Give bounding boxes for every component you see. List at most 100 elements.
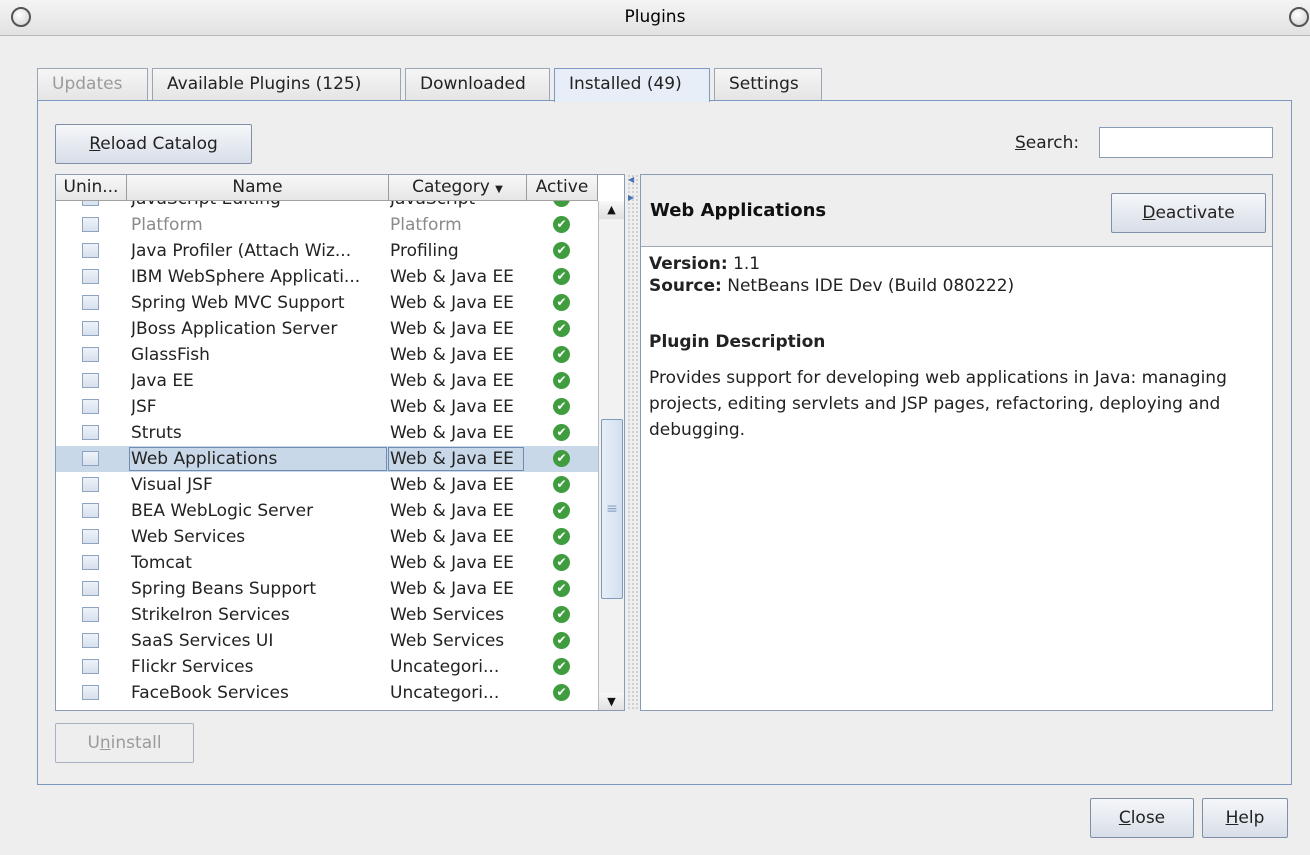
uninstall-checkbox[interactable]	[82, 503, 99, 518]
plugin-name-cell: BEA WebLogic Server	[131, 501, 314, 521]
active-check-icon: ✔	[553, 580, 570, 597]
column-header-name[interactable]: Name	[127, 175, 389, 201]
active-check-icon: ✔	[553, 268, 570, 285]
table-row[interactable]: SaaS Services UI Web Services ✔	[56, 628, 598, 654]
active-check-icon: ✔	[553, 201, 570, 207]
active-check-icon: ✔	[553, 684, 570, 701]
scrollbar-thumb[interactable]: ≡	[601, 419, 623, 599]
uninstall-checkbox[interactable]	[82, 451, 99, 466]
uninstall-checkbox[interactable]	[82, 217, 99, 232]
active-check-icon: ✔	[553, 632, 570, 649]
plugin-name-cell: GlassFish	[131, 345, 210, 365]
table-row[interactable]: Spring Beans Support Web & Java EE ✔	[56, 576, 598, 602]
split-pane-divider[interactable]: ◀ ▶	[627, 174, 639, 711]
column-header-uninstall[interactable]: Unin...	[56, 175, 127, 201]
table-body: JavaScript EditingJavaScript✔PlatformPla…	[56, 201, 598, 710]
uninstall-checkbox[interactable]	[82, 659, 99, 674]
table-row[interactable]: JavaScript EditingJavaScript ✔	[56, 201, 598, 212]
plugin-description-title: Plugin Description	[649, 332, 826, 352]
table-rows: JavaScript EditingJavaScript✔PlatformPla…	[56, 201, 598, 706]
plugin-name-cell: IBM WebSphere Applicati...	[131, 267, 361, 287]
table-row[interactable]: GlassFish Web & Java EE ✔	[56, 342, 598, 368]
table-row[interactable]: Spring Web MVC Support Web & Java EE ✔	[56, 290, 598, 316]
window-title: Plugins	[624, 7, 686, 27]
details-header: Web Applications Deactivate	[641, 175, 1272, 247]
window-close-icon[interactable]	[1289, 7, 1309, 27]
collapse-left-arrow-icon[interactable]: ◀	[628, 176, 638, 184]
uninstall-checkbox[interactable]	[82, 243, 99, 258]
reload-catalog-button[interactable]: Reload Catalog	[55, 124, 252, 164]
tab-downloaded[interactable]: Downloaded	[405, 68, 550, 101]
table-row[interactable]: FaceBook Services Uncategori... ✔	[56, 680, 598, 706]
uninstall-checkbox[interactable]	[82, 321, 99, 336]
plugin-category-cell: Web & Java EE	[390, 553, 514, 573]
plugin-category-cell: Web & Java EE	[390, 397, 514, 417]
table-row[interactable]: Flickr Services Uncategori... ✔	[56, 654, 598, 680]
plugin-category-cell: Web & Java EE	[390, 371, 514, 391]
tab-available-plugins[interactable]: Available Plugins (125)	[152, 68, 401, 101]
table-row[interactable]: JBoss Application Server Web & Java EE ✔	[56, 316, 598, 342]
uninstall-checkbox[interactable]	[82, 477, 99, 492]
uninstall-checkbox[interactable]	[82, 633, 99, 648]
active-check-icon: ✔	[553, 450, 570, 467]
uninstall-checkbox[interactable]	[82, 581, 99, 596]
plugin-category-cell: Web Services	[390, 631, 505, 651]
uninstall-checkbox[interactable]	[82, 685, 99, 700]
active-check-icon: ✔	[553, 658, 570, 675]
uninstall-checkbox[interactable]	[82, 555, 99, 570]
plugin-category-cell: Uncategori...	[390, 683, 500, 703]
table-row[interactable]: BEA WebLogic Server Web & Java EE ✔	[56, 498, 598, 524]
uninstall-checkbox[interactable]	[82, 295, 99, 310]
scroll-up-arrow-icon[interactable]: ▲	[599, 201, 624, 219]
tab-installed[interactable]: Installed (49)	[554, 68, 710, 102]
plugin-category-cell: Web Services	[390, 605, 505, 625]
uninstall-checkbox[interactable]	[82, 425, 99, 440]
table-row[interactable]: StrikeIron Services Web Services ✔	[56, 602, 598, 628]
uninstall-checkbox[interactable]	[82, 347, 99, 362]
plugin-description: Provides support for developing web appl…	[649, 368, 1227, 440]
plugin-name-cell: FaceBook Services	[131, 683, 289, 703]
plugin-name-cell: Spring Web MVC Support	[131, 293, 345, 313]
table-row[interactable]: Tomcat Web & Java EE ✔	[56, 550, 598, 576]
plugin-category-cell: Web & Java EE	[390, 345, 514, 365]
uninstall-checkbox[interactable]	[82, 529, 99, 544]
table-row[interactable]: Web Services Web & Java EE ✔	[56, 524, 598, 550]
plugin-category-cell: Web & Java EE	[390, 527, 514, 547]
uninstall-checkbox[interactable]	[82, 269, 99, 284]
uninstall-checkbox[interactable]	[82, 373, 99, 388]
plugin-category-cell: Web & Java EE	[390, 293, 514, 313]
tab-settings[interactable]: Settings	[714, 68, 822, 101]
table-scrollbar[interactable]: ▲ ≡ ▼	[598, 201, 624, 710]
plugin-name-cell: Struts	[131, 423, 182, 443]
table-row[interactable]: Java Profiler (Attach Wiz... Profiling ✔	[56, 238, 598, 264]
active-check-icon: ✔	[553, 346, 570, 363]
close-button[interactable]: Close	[1090, 798, 1194, 838]
table-row[interactable]: Platform Platform ✔	[56, 212, 598, 238]
plugin-name-cell: StrikeIron Services	[131, 605, 290, 625]
plugin-category-cell: Profiling	[390, 241, 459, 261]
table-row[interactable]: Java EE Web & Java EE ✔	[56, 368, 598, 394]
search-input[interactable]	[1099, 127, 1273, 158]
help-button[interactable]: Help	[1202, 798, 1288, 838]
uninstall-button[interactable]: Uninstall	[55, 723, 194, 763]
column-header-category[interactable]: Category ▼	[389, 175, 527, 201]
active-check-icon: ✔	[553, 372, 570, 389]
plugin-category-cell: Web & Java EE	[390, 423, 514, 443]
uninstall-checkbox[interactable]	[82, 607, 99, 622]
scroll-down-arrow-icon[interactable]: ▼	[599, 693, 624, 710]
deactivate-button[interactable]: Deactivate	[1111, 193, 1266, 233]
table-row[interactable]: JSF Web & Java EE ✔	[56, 394, 598, 420]
table-row[interactable]: Web Applications Web & Java EE ✔	[56, 446, 598, 472]
plugin-category-cell: Platform	[390, 215, 462, 235]
plugin-details-panel: Web Applications Deactivate Version: 1.1…	[640, 174, 1273, 711]
uninstall-checkbox[interactable]	[82, 399, 99, 414]
tab-updates[interactable]: Updates	[37, 68, 148, 101]
plugin-name-cell: JavaScript Editing	[131, 201, 389, 209]
table-row[interactable]: Struts Web & Java EE ✔	[56, 420, 598, 446]
plugin-name-cell: Spring Beans Support	[131, 579, 317, 599]
column-header-active[interactable]: Active	[527, 175, 598, 201]
table-row[interactable]: Visual JSF Web & Java EE ✔	[56, 472, 598, 498]
expand-right-arrow-icon[interactable]: ▶	[628, 194, 638, 202]
table-row[interactable]: IBM WebSphere Applicati... Web & Java EE ✔	[56, 264, 598, 290]
uninstall-checkbox[interactable]	[82, 201, 99, 206]
